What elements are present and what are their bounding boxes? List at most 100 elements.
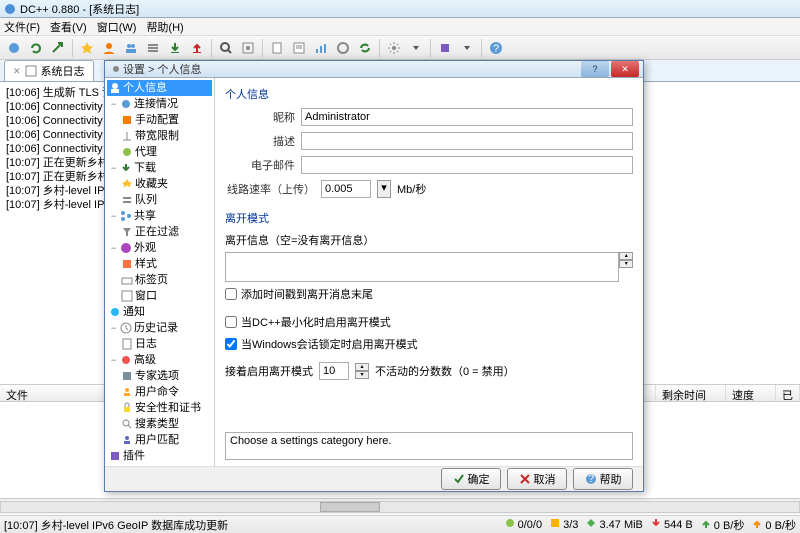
tree-connection[interactable]: −连接情况 [107, 96, 212, 112]
away-append-check[interactable] [225, 288, 237, 300]
tb-settings-icon[interactable] [384, 38, 404, 58]
tree-appearance[interactable]: −外观 [107, 240, 212, 256]
tb-refresh-icon[interactable] [355, 38, 375, 58]
section-away: 离开模式 [225, 210, 633, 226]
tb-stats-icon[interactable] [311, 38, 331, 58]
tree-usermatch[interactable]: 用户匹配 [107, 432, 212, 448]
tb-help-icon[interactable]: ? [486, 38, 506, 58]
away-timer-input[interactable] [319, 362, 349, 380]
toolbar-separator [72, 39, 73, 57]
main-titlebar: DC++ 0.880 - [系统日志] [0, 0, 800, 18]
away-timer-spinner[interactable]: ▴▾ [355, 363, 369, 379]
tb-favusers-icon[interactable] [99, 38, 119, 58]
tab-icon [25, 65, 37, 77]
tree-manual[interactable]: 手动配置 [107, 112, 212, 128]
away-msg-input[interactable] [225, 252, 619, 282]
tree-history[interactable]: −历史记录 [107, 320, 212, 336]
toolbar: ? [0, 36, 800, 60]
tb-finished-ul-icon[interactable] [187, 38, 207, 58]
away-msg-spinner[interactable]: ▴▾ [619, 252, 633, 282]
tb-plugin-icon[interactable] [435, 38, 455, 58]
tb-redirect-icon[interactable] [48, 38, 68, 58]
menubar: 文件(F) 查看(V) 窗口(W) 帮助(H) [0, 18, 800, 36]
tb-users-icon[interactable] [121, 38, 141, 58]
email-input[interactable] [301, 156, 633, 174]
status-slots: 0/0/0 [505, 518, 543, 531]
away-lock-check[interactable] [225, 338, 237, 350]
tree-cert[interactable]: 安全性和证书 [107, 400, 212, 416]
tree-download[interactable]: −下载 [107, 160, 212, 176]
speed-unit: Mb/秒 [397, 181, 426, 197]
status-shared: 3.47 MiB [586, 518, 642, 531]
help-button[interactable]: ?帮助 [573, 468, 633, 490]
tb-search-icon[interactable] [216, 38, 236, 58]
toolbar-separator [211, 39, 212, 57]
main-title: DC++ 0.880 - [系统日志] [20, 1, 139, 17]
section-personal: 个人信息 [225, 86, 633, 102]
ok-button[interactable]: 确定 [441, 468, 501, 490]
tree-bwlimit[interactable]: 带宽限制 [107, 128, 212, 144]
tb-notepad-icon[interactable] [267, 38, 287, 58]
dialog-help-button[interactable]: ? [581, 61, 609, 77]
tb-adlsearch-icon[interactable] [238, 38, 258, 58]
status-text: [10:07] 乡村-level IPv6 GeoIP 数据库成功更新 [4, 517, 228, 533]
tab-label: 系统日志 [41, 63, 85, 79]
tree-searchtype[interactable]: 搜素类型 [107, 416, 212, 432]
tb-queue-icon[interactable] [143, 38, 163, 58]
col-done[interactable]: 已 [776, 385, 800, 401]
cancel-button[interactable]: 取消 [507, 468, 567, 490]
tb-hash-icon[interactable] [333, 38, 353, 58]
settings-dialog: 设置 > 个人信息 ? ✕ 个人信息 −连接情况 手动配置 带宽限制 代理 −下… [104, 60, 644, 492]
desc-input[interactable] [301, 132, 633, 150]
tb-plugin-dd-icon[interactable] [457, 38, 477, 58]
tb-connect-icon[interactable] [4, 38, 24, 58]
tree-plugins[interactable]: 插件 [107, 448, 212, 464]
tree-notify[interactable]: 通知 [107, 304, 212, 320]
nick-label: 昵称 [225, 109, 295, 125]
dialog-buttons: 确定 取消 ?帮助 [105, 466, 643, 491]
tb-reconnect-icon[interactable] [26, 38, 46, 58]
menu-window[interactable]: 窗口(W) [97, 19, 137, 35]
col-file[interactable]: 文件 [0, 385, 120, 401]
tree-queue[interactable]: 队列 [107, 192, 212, 208]
tree-styles[interactable]: 样式 [107, 256, 212, 272]
speed-input[interactable] [321, 180, 371, 198]
away-min-check[interactable] [225, 316, 237, 328]
settings-tree: 个人信息 −连接情况 手动配置 带宽限制 代理 −下载 收藏夹 队列 −共享 正… [105, 78, 215, 466]
tb-settings-dd-icon[interactable] [406, 38, 426, 58]
dialog-close-button[interactable]: ✕ [611, 61, 639, 77]
tb-finished-dl-icon[interactable] [165, 38, 185, 58]
close-icon[interactable]: ✕ [13, 66, 21, 77]
tree-windows[interactable]: 窗口 [107, 288, 212, 304]
tree-personal[interactable]: 个人信息 [107, 80, 212, 96]
tb-favhubs-icon[interactable] [77, 38, 97, 58]
chevron-down-icon[interactable]: ▾ [377, 180, 391, 198]
tree-usercmd[interactable]: 用户命令 [107, 384, 212, 400]
h-scrollbar[interactable] [0, 498, 800, 514]
away-append-label: 添加时间戳到离开消息末尾 [241, 286, 373, 302]
dialog-titlebar[interactable]: 设置 > 个人信息 ? ✕ [105, 61, 643, 78]
statusbar: [10:07] 乡村-level IPv6 GeoIP 数据库成功更新 0/0/… [0, 515, 800, 533]
tree-logs[interactable]: 日志 [107, 336, 212, 352]
menu-help[interactable]: 帮助(H) [146, 19, 183, 35]
app-icon [4, 3, 16, 15]
menu-file[interactable]: 文件(F) [4, 19, 40, 35]
tb-syslog-icon[interactable] [289, 38, 309, 58]
col-remaining[interactable]: 剩余时间 [656, 385, 726, 401]
tree-tabs[interactable]: 标签页 [107, 272, 212, 288]
nick-input[interactable] [301, 108, 633, 126]
status-up2: 0 B/秒 [752, 517, 796, 533]
tab-syslog[interactable]: ✕ 系统日志 [4, 60, 94, 81]
tree-favorites[interactable]: 收藏夹 [107, 176, 212, 192]
tree-advanced[interactable]: −高级 [107, 352, 212, 368]
tree-share[interactable]: −共享 [107, 208, 212, 224]
dialog-title: 设置 > 个人信息 [123, 61, 579, 77]
away-timer-label: 接着启用离开模式 [225, 363, 313, 379]
scroll-thumb[interactable] [320, 502, 380, 512]
tree-expert[interactable]: 专家选项 [107, 368, 212, 384]
tree-proxy[interactable]: 代理 [107, 144, 212, 160]
tree-filtering[interactable]: 正在过滤 [107, 224, 212, 240]
menu-view[interactable]: 查看(V) [50, 19, 87, 35]
status-hubs: 3/3 [550, 518, 578, 531]
col-speed[interactable]: 速度 [726, 385, 776, 401]
